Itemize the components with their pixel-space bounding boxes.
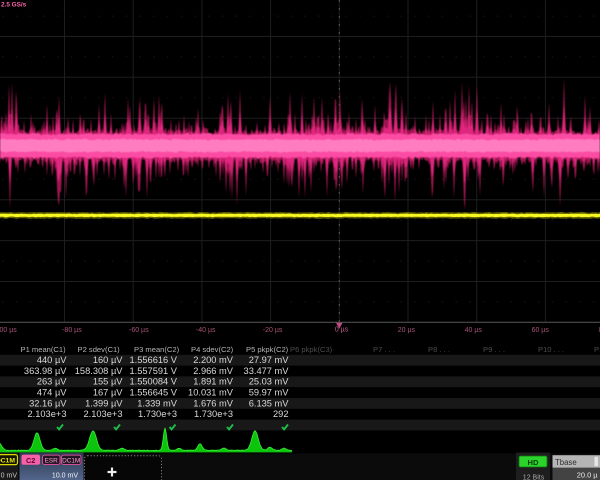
- svg-text:59.97 mV: 59.97 mV: [249, 388, 290, 398]
- svg-text:Tbase: Tbase: [555, 458, 577, 467]
- svg-text:2.5 GS/s: 2.5 GS/s: [1, 2, 27, 9]
- svg-text:-20 µs: -20 µs: [263, 327, 283, 334]
- svg-text:P8 . . .: P8 . . .: [428, 345, 450, 354]
- svg-text:363.98 µV: 363.98 µV: [24, 366, 67, 376]
- svg-text:1.676 mV: 1.676 mV: [193, 398, 234, 408]
- svg-text:0 µs: 0 µs: [335, 327, 349, 334]
- svg-text:1.399 µV: 1.399 µV: [85, 398, 123, 408]
- svg-text:40 µs: 40 µs: [465, 327, 483, 334]
- svg-text:P1 mean(C1): P1 mean(C1): [21, 345, 67, 354]
- svg-text:P4 sdev(C2): P4 sdev(C2): [191, 345, 234, 354]
- svg-text:12 Bits: 12 Bits: [523, 475, 545, 480]
- svg-text:20 µs: 20 µs: [398, 327, 416, 334]
- svg-text:P5 pkpk(C2): P5 pkpk(C2): [246, 345, 289, 354]
- svg-text:6.135 mV: 6.135 mV: [249, 398, 290, 408]
- svg-text:1.730e+3: 1.730e+3: [138, 409, 177, 419]
- svg-text:20.0 µ: 20.0 µ: [577, 471, 598, 480]
- svg-text:10.031 mV: 10.031 mV: [188, 388, 234, 398]
- svg-text:292: 292: [273, 409, 289, 419]
- svg-text:33.477 mV: 33.477 mV: [244, 366, 290, 376]
- svg-text:HD: HD: [528, 458, 539, 467]
- svg-text:32.16 µV: 32.16 µV: [29, 398, 67, 408]
- svg-text:1.550084 V: 1.550084 V: [129, 377, 177, 387]
- svg-text:27.97 mV: 27.97 mV: [249, 355, 290, 365]
- svg-text:155 µV: 155 µV: [93, 377, 123, 387]
- svg-text:1.556645 V: 1.556645 V: [129, 388, 177, 398]
- svg-text:DC1M: DC1M: [0, 458, 15, 465]
- svg-text:2.200 mV: 2.200 mV: [193, 355, 234, 365]
- svg-text:-40 µs: -40 µs: [196, 327, 216, 334]
- svg-text:25.03 mV: 25.03 mV: [249, 377, 290, 387]
- svg-text:10.0 mV: 10.0 mV: [52, 473, 78, 480]
- svg-text:1.891 mV: 1.891 mV: [193, 377, 234, 387]
- svg-text:P2 sdev(C1): P2 sdev(C1): [78, 345, 121, 354]
- svg-text:1.557591 V: 1.557591 V: [129, 366, 177, 376]
- svg-text:-60 µs: -60 µs: [129, 327, 149, 334]
- svg-text:0 mV: 0 mV: [1, 473, 18, 480]
- svg-text:-100 µs: -100 µs: [0, 327, 17, 334]
- svg-text:-80 µs: -80 µs: [62, 327, 82, 334]
- svg-text:ESR: ESR: [45, 457, 59, 464]
- svg-text:C2: C2: [26, 456, 35, 465]
- svg-text:1.556616 V: 1.556616 V: [129, 355, 177, 365]
- svg-text:P7 . . .: P7 . . .: [373, 345, 395, 354]
- svg-text:P6 pkpk(C3): P6 pkpk(C3): [290, 345, 333, 354]
- svg-text:P10 . . .: P10 . . .: [538, 345, 564, 354]
- svg-text:1.339 mV: 1.339 mV: [137, 398, 178, 408]
- svg-text:60 µs: 60 µs: [532, 327, 550, 334]
- svg-text:167 µV: 167 µV: [93, 388, 123, 398]
- svg-text:158.308 µV: 158.308 µV: [75, 366, 124, 376]
- svg-text:263 µV: 263 µV: [37, 377, 67, 387]
- svg-text:2.103e+3: 2.103e+3: [83, 409, 122, 419]
- svg-text:2.966 mV: 2.966 mV: [193, 366, 234, 376]
- svg-text:P3 mean(C2): P3 mean(C2): [134, 345, 180, 354]
- svg-text:1.730e+3: 1.730e+3: [194, 409, 233, 419]
- svg-text:P9 . . .: P9 . . .: [483, 345, 505, 354]
- svg-text:2.103e+3: 2.103e+3: [27, 409, 66, 419]
- svg-text:440 µV: 440 µV: [37, 355, 67, 365]
- svg-text:P1: P1: [594, 345, 600, 354]
- svg-text:DC1M: DC1M: [62, 457, 80, 464]
- svg-text:160 µV: 160 µV: [93, 355, 123, 365]
- svg-text:474 µV: 474 µV: [37, 388, 67, 398]
